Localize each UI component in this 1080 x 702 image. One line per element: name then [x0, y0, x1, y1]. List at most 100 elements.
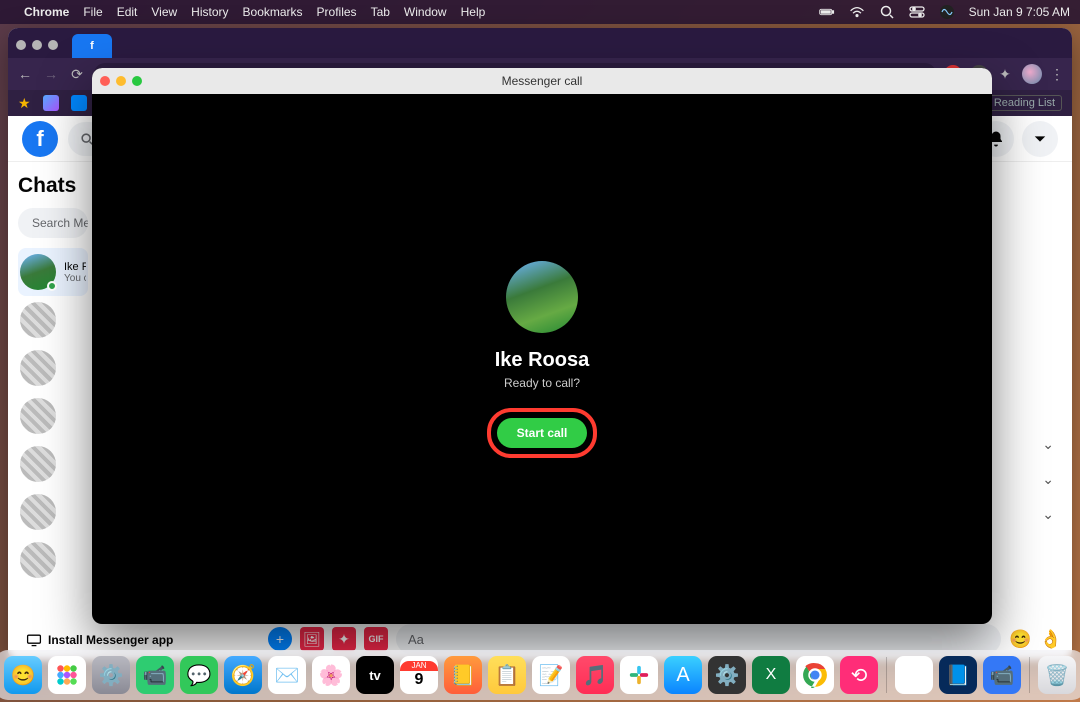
avatar	[20, 446, 56, 482]
extensions-menu-icon[interactable]: ✦	[996, 66, 1014, 83]
call-window-titlebar[interactable]: Messenger call	[92, 68, 992, 94]
chrome-tabstrip: f	[8, 28, 1072, 58]
annotation-highlight: Start call	[487, 408, 598, 458]
call-subtitle: Ready to call?	[504, 376, 580, 390]
callee-avatar	[506, 261, 578, 333]
profile-avatar[interactable]	[1022, 64, 1042, 84]
menubar-item[interactable]: Edit	[117, 5, 138, 19]
appstore-icon[interactable]: A	[664, 656, 702, 694]
reload-button[interactable]: ⟳	[68, 66, 86, 83]
chat-list-item[interactable]	[18, 536, 88, 584]
chrome-icon[interactable]	[796, 656, 834, 694]
messages-icon[interactable]: 💬	[180, 656, 218, 694]
menubar-item[interactable]: Window	[404, 5, 447, 19]
emoji-button[interactable]: 😊	[1009, 629, 1031, 650]
avatar	[20, 350, 56, 386]
chrome-window: f ← → ⟳ 🔒 facebook.com/groupcall/ROOM:25…	[8, 28, 1072, 660]
menubar-app-name[interactable]: Chrome	[24, 5, 69, 19]
control-center-icon[interactable]	[909, 4, 925, 20]
menubar-item[interactable]: History	[191, 5, 228, 19]
reminders-icon[interactable]: 📋	[488, 656, 526, 694]
right-expanders: ⌄ ⌄ ⌄	[1042, 436, 1054, 523]
avatar	[20, 542, 56, 578]
zoom-icon[interactable]: 📹	[983, 656, 1021, 694]
photos-icon[interactable]: 🌸	[312, 656, 350, 694]
chat-name: Ike R	[64, 261, 86, 273]
finder-icon[interactable]: 😊	[4, 656, 42, 694]
forward-button[interactable]: →	[42, 66, 60, 82]
chat-list-item[interactable]	[18, 440, 88, 488]
chats-search-placeholder: Search Me	[32, 216, 88, 230]
browser-tab[interactable]: f	[72, 34, 112, 58]
chevron-down-icon[interactable]: ⌄	[1042, 471, 1054, 488]
account-menu-button[interactable]	[1022, 121, 1058, 157]
facebook-logo-icon[interactable]: f	[22, 121, 58, 157]
chrome-menu-icon[interactable]: ⋮	[1050, 66, 1064, 83]
chevron-down-icon	[1033, 132, 1047, 146]
attach-button[interactable]: +	[268, 627, 292, 651]
spotlight-search-icon[interactable]	[879, 4, 895, 20]
chat-list-item[interactable]	[18, 488, 88, 536]
music-icon[interactable]: 🎵	[576, 656, 614, 694]
app-icon[interactable]: ⟲	[840, 656, 878, 694]
chat-list-item[interactable]	[18, 392, 88, 440]
messenger-call-window: Messenger call Ike Roosa Ready to call? …	[92, 68, 992, 624]
trash-icon[interactable]: 🗑️	[1038, 656, 1076, 694]
chevron-down-icon[interactable]: ⌄	[1042, 506, 1054, 523]
avatar	[20, 302, 56, 338]
chats-sidebar: Chats Search Me Ike R You c	[8, 162, 98, 660]
back-button[interactable]: ←	[16, 66, 34, 82]
reading-list-label: Reading List	[994, 97, 1055, 109]
like-button[interactable]: 👌	[1040, 629, 1062, 650]
settings-icon[interactable]: ⚙️	[708, 656, 746, 694]
chat-list-item[interactable]: Ike R You c	[18, 248, 88, 296]
menubar-item[interactable]: View	[151, 5, 177, 19]
photo-button[interactable]: 🖼	[300, 627, 324, 651]
chat-list-item[interactable]	[18, 344, 88, 392]
chat-list-item[interactable]	[18, 296, 88, 344]
safari-icon[interactable]: 🧭	[224, 656, 262, 694]
app-icon[interactable]: 📘	[939, 656, 977, 694]
dock-separator	[886, 657, 887, 693]
menubar-clock[interactable]: Sun Jan 9 7:05 AM	[969, 5, 1070, 19]
macos-dock: 😊 ⚙️ 📹 💬 🧭 ✉️ 🌸 tv JAN9 📒 📋 📝 🎵 A ⚙️ X ⟲…	[0, 650, 1080, 700]
install-messenger-label: Install Messenger app	[48, 633, 173, 647]
launchpad-icon[interactable]	[48, 656, 86, 694]
bookmark-icon[interactable]	[71, 95, 87, 111]
menubar-item[interactable]: Bookmarks	[243, 5, 303, 19]
window-controls[interactable]	[16, 40, 58, 50]
contacts-icon[interactable]: 📒	[444, 656, 482, 694]
start-call-button[interactable]: Start call	[497, 418, 588, 448]
chevron-down-icon[interactable]: ⌄	[1042, 436, 1054, 453]
message-input-placeholder: Aa	[408, 632, 424, 647]
imovie-icon[interactable]: ★	[895, 656, 933, 694]
notes-icon[interactable]: 📝	[532, 656, 570, 694]
excel-icon[interactable]: X	[752, 656, 790, 694]
menubar-item[interactable]: Profiles	[317, 5, 357, 19]
battery-icon[interactable]	[819, 4, 835, 20]
chat-preview: You c	[64, 273, 86, 284]
slack-icon[interactable]	[620, 656, 658, 694]
bookmark-icon[interactable]	[43, 95, 59, 111]
bookmark-icon[interactable]: ★	[18, 95, 31, 112]
menubar-item[interactable]: Help	[461, 5, 486, 19]
system-preferences-icon[interactable]: ⚙️	[92, 656, 130, 694]
calendar-icon[interactable]: JAN9	[400, 656, 438, 694]
call-window-title: Messenger call	[502, 74, 583, 88]
menubar-item[interactable]: File	[83, 5, 102, 19]
dock-separator	[1029, 657, 1030, 693]
desktop-icon	[26, 632, 42, 648]
facetime-icon[interactable]: 📹	[136, 656, 174, 694]
sticker-button[interactable]: ✦	[332, 627, 356, 651]
siri-icon[interactable]	[939, 4, 955, 20]
avatar	[20, 398, 56, 434]
chats-search-input[interactable]: Search Me	[18, 208, 88, 238]
wifi-icon[interactable]	[849, 4, 865, 20]
gif-button[interactable]: GIF	[364, 627, 388, 651]
mail-icon[interactable]: ✉️	[268, 656, 306, 694]
window-controls[interactable]	[100, 76, 142, 86]
avatar	[20, 494, 56, 530]
appletv-icon[interactable]: tv	[356, 656, 394, 694]
menubar-item[interactable]: Tab	[371, 5, 390, 19]
chats-title: Chats	[18, 174, 88, 198]
